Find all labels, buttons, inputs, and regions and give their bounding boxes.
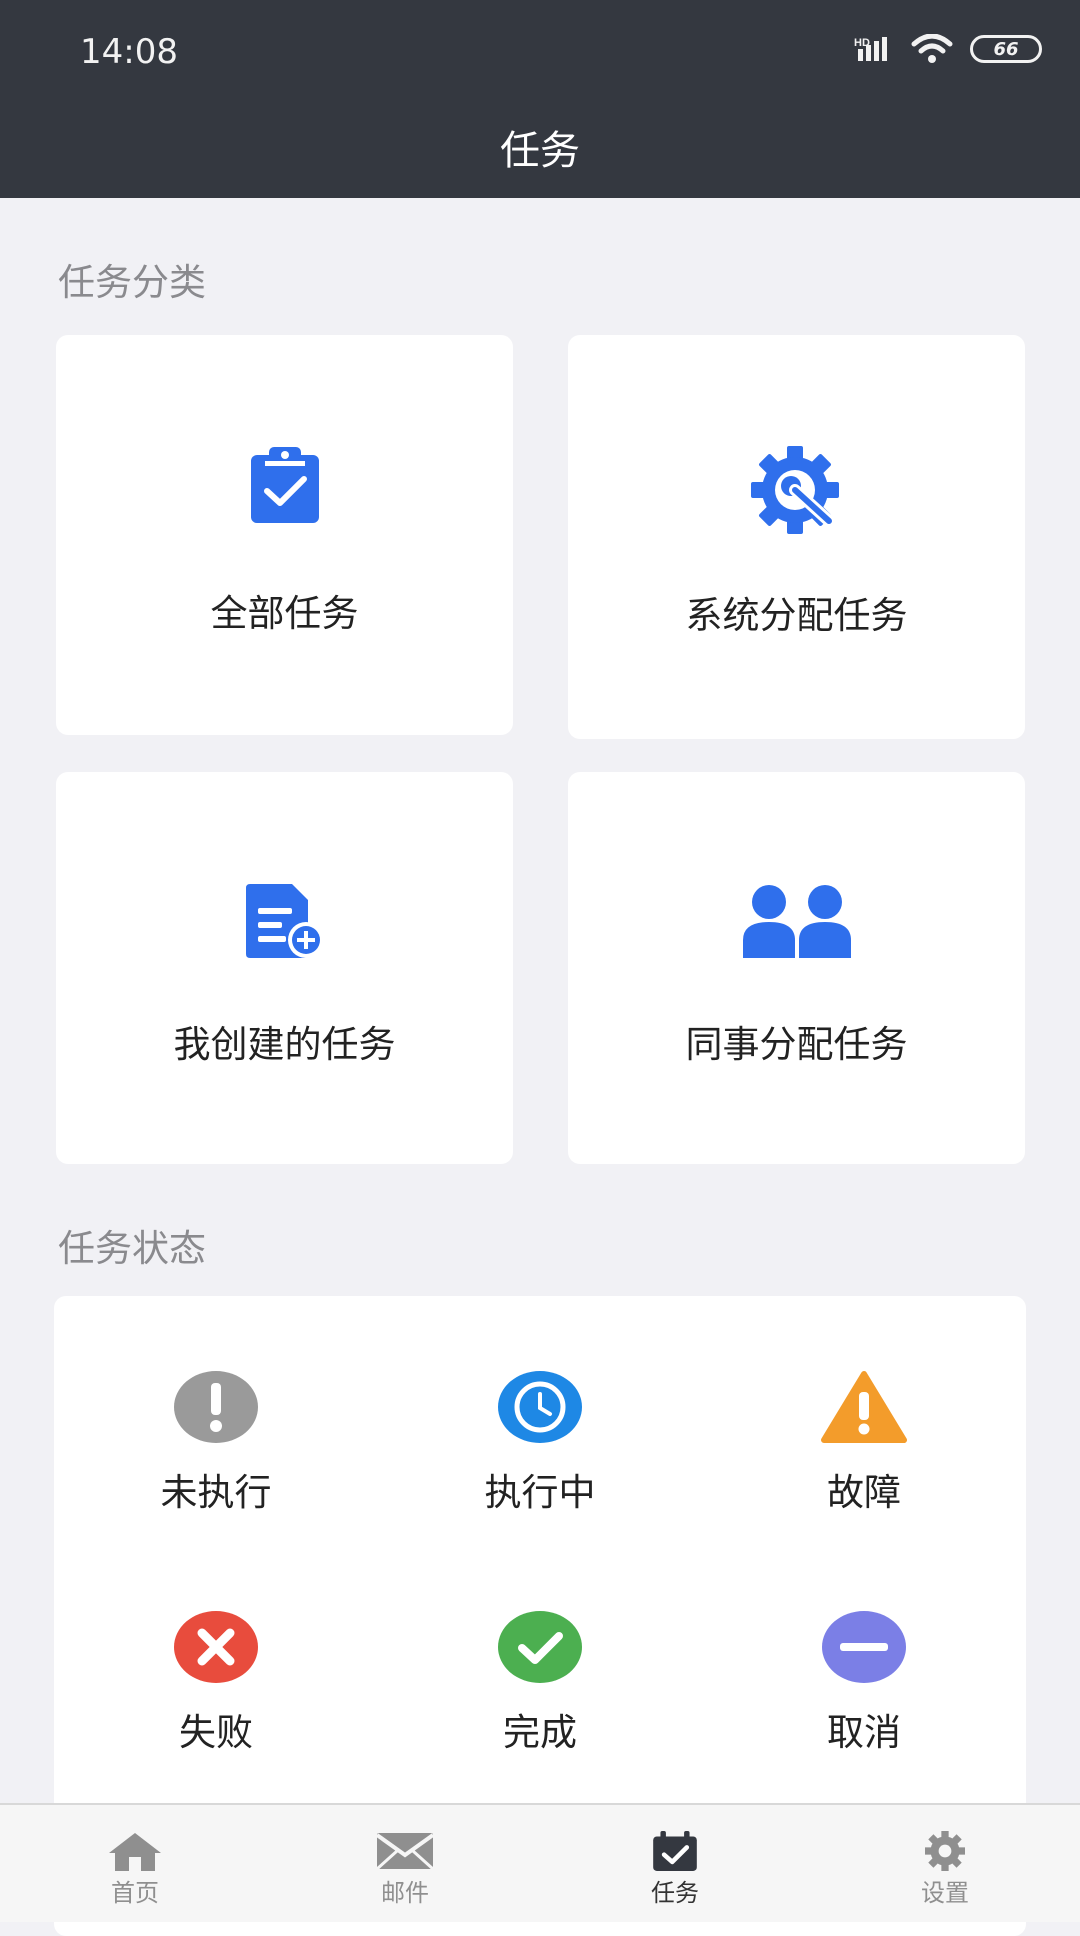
exclamation-icon — [174, 1371, 258, 1443]
category-card-created-by-me[interactable]: 我创建的任务 — [56, 772, 513, 1164]
document-add-icon — [245, 884, 324, 958]
gear-wrench-icon — [750, 446, 839, 534]
status-label: 未执行 — [160, 1471, 272, 1514]
tab-settings[interactable]: 设置 — [810, 1805, 1080, 1922]
clipboard-check-icon — [250, 447, 319, 523]
tab-label: 邮件 — [381, 1879, 429, 1907]
warning-icon — [821, 1371, 907, 1443]
category-card-all-tasks[interactable]: 全部任务 — [56, 335, 513, 735]
category-label: 系统分配任务 — [685, 594, 908, 637]
tab-home[interactable]: 首页 — [0, 1805, 270, 1922]
status-label: 完成 — [503, 1711, 577, 1754]
clock-icon — [498, 1371, 582, 1443]
status-label: 执行中 — [484, 1471, 596, 1514]
tab-tasks[interactable]: 任务 — [540, 1805, 810, 1922]
check-icon — [498, 1611, 582, 1683]
status-icons: HD 66 — [854, 34, 1042, 64]
x-icon — [174, 1611, 258, 1683]
category-card-colleague-assigned[interactable]: 同事分配任务 — [568, 772, 1025, 1164]
status-label: 故障 — [827, 1471, 901, 1514]
task-icon — [653, 1831, 697, 1871]
signal-icon: HD — [854, 37, 887, 61]
statuses-section-title: 任务状态 — [58, 1227, 206, 1270]
category-label: 同事分配任务 — [685, 1023, 908, 1066]
status-item-failed[interactable]: 失败 — [54, 1610, 378, 1756]
status-item-not-executed[interactable]: 未执行 — [54, 1370, 378, 1516]
status-label: 取消 — [827, 1711, 901, 1754]
category-label: 我创建的任务 — [173, 1023, 396, 1066]
status-item-fault[interactable]: 故障 — [702, 1370, 1026, 1516]
status-label: 失败 — [179, 1711, 253, 1754]
settings-icon — [925, 1831, 965, 1871]
home-icon — [109, 1833, 161, 1871]
app-header: 14:08 HD 66 任务 — [0, 0, 1080, 198]
status-time: 14:08 — [80, 32, 178, 72]
category-card-system-assigned[interactable]: 系统分配任务 — [568, 335, 1025, 739]
category-label: 全部任务 — [210, 592, 359, 635]
people-icon — [742, 885, 851, 958]
page-title: 任务 — [500, 128, 580, 174]
status-item-cancelled[interactable]: 取消 — [702, 1610, 1026, 1756]
tab-mail[interactable]: 邮件 — [270, 1805, 540, 1922]
tab-label: 任务 — [651, 1879, 699, 1907]
battery-indicator: 66 — [970, 35, 1042, 63]
minus-icon — [822, 1611, 906, 1683]
tab-label: 首页 — [111, 1879, 159, 1907]
status-item-completed[interactable]: 完成 — [378, 1610, 702, 1756]
mail-icon — [375, 1833, 435, 1871]
wifi-icon — [911, 34, 953, 63]
bottom-tab-bar: 首页 邮件 任务 设置 — [0, 1803, 1080, 1922]
status-item-in-progress[interactable]: 执行中 — [378, 1370, 702, 1516]
categories-section-title: 任务分类 — [58, 261, 206, 304]
tab-label: 设置 — [921, 1879, 969, 1907]
